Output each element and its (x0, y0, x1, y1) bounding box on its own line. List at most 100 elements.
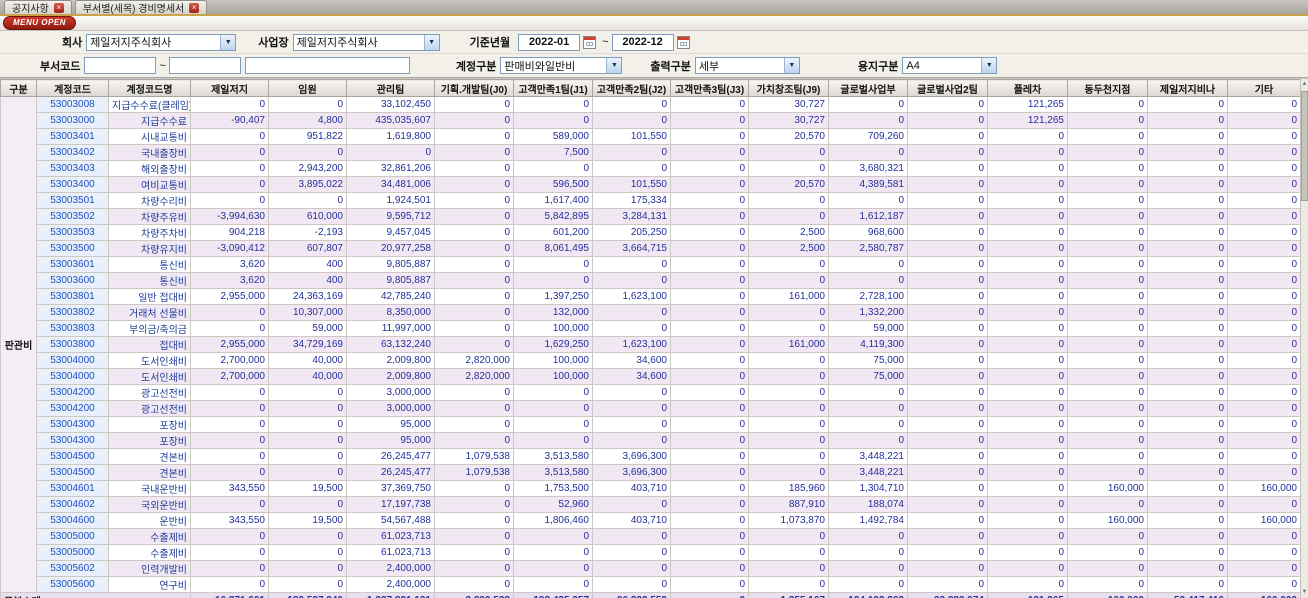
paper-select[interactable]: A4 ▼ (902, 57, 998, 74)
amount-cell: 0 (670, 384, 749, 401)
tab-notice[interactable]: 공지사항 × (4, 0, 72, 15)
vertical-scrollbar[interactable]: ▲ ▼ (1300, 79, 1308, 598)
header-row: 구분 계정코드 계정코드명 제일저지 임원 관리팀 기획.개발팀(J0) 고객만족1팀(J1)… (0, 79, 1300, 97)
account-code-cell[interactable]: 53003008 (36, 96, 109, 113)
workplace-select-value: 제일저지주식회사 (296, 37, 378, 49)
tab-close-icon[interactable]: × (53, 2, 64, 13)
tab-expense-report[interactable]: 부서별(세목) 경비명세서 × (74, 0, 208, 15)
amount-cell: 30,727 (748, 112, 829, 129)
amount-cell: 0 (828, 144, 908, 161)
scrollbar-thumb[interactable] (1301, 91, 1308, 201)
account-name-cell: 연구비 (108, 576, 191, 593)
column-header: 제일저지 (190, 79, 269, 97)
amount-cell: 0 (513, 96, 593, 113)
table-row: 53004500 견본비 0 0 26,245,477 1,079,538 3,513,58… (1, 464, 1300, 481)
account-code-cell[interactable]: 53003000 (36, 112, 109, 129)
amount-cell: 0 (907, 384, 988, 401)
account-code-cell[interactable]: 53004300 (36, 416, 109, 433)
period-from-input[interactable] (518, 33, 581, 51)
account-code-cell[interactable]: 53003803 (36, 320, 109, 337)
account-code-cell[interactable]: 53003500 (36, 240, 109, 257)
account-code-cell[interactable]: 53003800 (36, 336, 109, 353)
amount-cell: 0 (1227, 320, 1300, 337)
calendar-icon[interactable] (676, 35, 690, 49)
amount-cell: 0 (748, 528, 829, 545)
account-code-cell[interactable]: 53003802 (36, 304, 109, 321)
amount-cell: 1,397,250 (513, 288, 593, 305)
account-code-cell[interactable]: 53004500 (36, 448, 109, 465)
amount-cell: 1,304,710 (828, 480, 908, 497)
table-row: 53003503 차량주차비 904,218 -2,193 9,457,045 0 601,… (1, 224, 1300, 241)
account-code-cell[interactable]: 53003400 (36, 176, 109, 193)
account-code-cell[interactable]: 53003601 (36, 256, 109, 273)
account-code-cell[interactable]: 53005000 (36, 544, 109, 561)
account-code-cell[interactable]: 53005600 (36, 576, 109, 593)
amount-cell: 0 (1067, 208, 1148, 225)
amount-cell: 0 (190, 192, 269, 209)
account-code-cell[interactable]: 53003503 (36, 224, 109, 241)
amount-cell: 0 (1147, 528, 1228, 545)
account-name-cell: 부의금/축의금 (108, 320, 191, 337)
account-code-cell[interactable]: 53004200 (36, 400, 109, 417)
amount-cell: 0 (1147, 416, 1228, 433)
chevron-down-icon: ▼ (783, 58, 799, 73)
workplace-select[interactable]: 제일저지주식회사 ▼ (292, 33, 440, 51)
amount-cell: 0 (592, 560, 671, 577)
amount-cell: 0 (1067, 160, 1148, 177)
account-name-cell: 차량수리비 (108, 192, 191, 209)
account-code-cell[interactable]: 53003502 (36, 208, 109, 225)
account-code-cell[interactable]: 53003501 (36, 192, 109, 209)
dept-code-to-input[interactable] (168, 57, 241, 74)
account-code-cell[interactable]: 53003600 (36, 272, 109, 289)
amount-cell: 175,334 (592, 192, 671, 209)
account-code-cell[interactable]: 53004500 (36, 464, 109, 481)
amount-cell: 3,513,580 (513, 448, 593, 465)
amount-cell: 124,192,863 (828, 592, 908, 598)
amount-cell: 0 (907, 432, 988, 449)
amount-cell: 0 (670, 528, 749, 545)
amount-cell: 0 (1147, 144, 1228, 161)
account-code-cell[interactable]: 53004300 (36, 432, 109, 449)
account-name-cell: 차량주차비 (108, 224, 191, 241)
tab-expense-report-label: 부서별(세목) 경비명세서 (82, 4, 185, 15)
account-code-cell[interactable]: 53004600 (36, 512, 109, 529)
period-to-input[interactable] (611, 33, 674, 51)
amount-cell: 2,700,000 (190, 368, 269, 385)
account-code-cell[interactable]: 53005602 (36, 560, 109, 577)
company-select[interactable]: 제일저지주식회사 ▼ (86, 33, 237, 51)
tab-close-icon[interactable]: × (189, 2, 200, 13)
account-code-cell[interactable]: 53003801 (36, 288, 109, 305)
amount-cell: 0 (1147, 368, 1228, 385)
table-row: 53003000 지급수수료 -90,407 4,800 435,035,607 0 0 0 0… (1, 112, 1300, 129)
amount-cell: 0 (748, 464, 829, 481)
account-name-cell: 포장비 (108, 432, 191, 449)
table-row: 53004300 포장비 0 0 95,000 0 0 0 0 0 0 0 0 0 0 0 (1, 416, 1300, 433)
amount-cell: 3,620 (190, 272, 269, 289)
account-code-cell[interactable]: 53003403 (36, 160, 109, 177)
calendar-icon[interactable] (583, 35, 597, 49)
account-code-cell[interactable]: 53003402 (36, 144, 109, 161)
scroll-down-icon[interactable]: ▼ (1301, 588, 1308, 597)
amount-cell: 0 (907, 336, 988, 353)
account-code-cell[interactable]: 53003401 (36, 128, 109, 145)
dept-name-display[interactable] (244, 57, 410, 74)
amount-cell: -2,193 (268, 224, 347, 241)
account-code-cell[interactable]: 53004000 (36, 352, 109, 369)
account-code-cell[interactable]: 53004601 (36, 480, 109, 497)
account-code-cell[interactable]: 53004200 (36, 384, 109, 401)
amount-cell: 9,805,887 (346, 256, 435, 273)
scroll-up-icon[interactable]: ▲ (1301, 80, 1308, 89)
account-code-cell[interactable]: 53004602 (36, 496, 109, 513)
account-code-cell[interactable]: 53004000 (36, 368, 109, 385)
amount-cell: 1,355,167 (748, 592, 829, 598)
account-type-select[interactable]: 판매비와일반비 ▼ (500, 57, 623, 74)
dept-code-from-input[interactable] (84, 57, 157, 74)
account-name-cell: 견본비 (108, 448, 191, 465)
amount-cell: 160,000 (1067, 592, 1148, 598)
amount-cell: 0 (828, 272, 908, 289)
amount-cell: 0 (670, 272, 749, 289)
menu-open-button[interactable]: MENU OPEN (3, 16, 76, 30)
output-select[interactable]: 세부 ▼ (694, 57, 800, 74)
account-code-cell[interactable]: 53005000 (36, 528, 109, 545)
amount-cell: 33,102,450 (346, 96, 435, 113)
